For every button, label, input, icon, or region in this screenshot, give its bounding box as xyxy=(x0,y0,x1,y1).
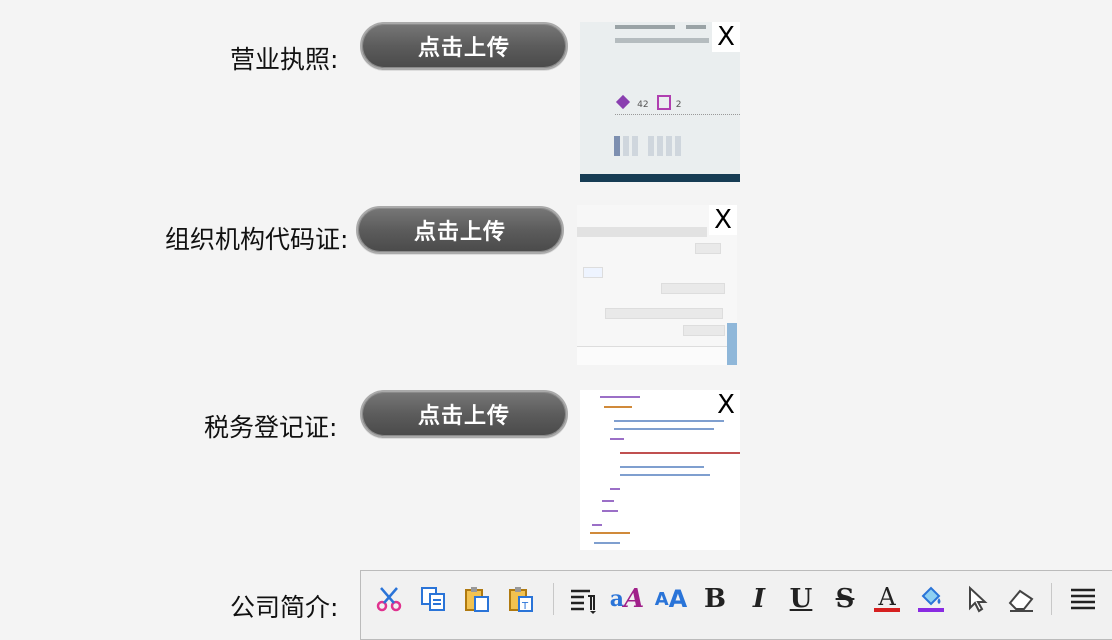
org-code-preview: X xyxy=(577,205,737,365)
cut-icon[interactable] xyxy=(371,581,407,617)
font-family-icon[interactable]: aA xyxy=(609,581,645,617)
business-license-preview: 42 2 X xyxy=(580,22,740,182)
bold-icon[interactable]: B xyxy=(697,581,733,617)
background-color-icon[interactable] xyxy=(913,581,949,617)
font-color-icon[interactable]: A xyxy=(869,581,905,617)
justify-icon[interactable] xyxy=(1065,581,1101,617)
select-all-icon[interactable] xyxy=(959,581,995,617)
org-code-upload-button[interactable]: 点击上传 xyxy=(356,206,564,254)
tax-registration-upload-button[interactable]: 点击上传 xyxy=(360,390,568,438)
underline-icon[interactable]: U xyxy=(783,581,819,617)
svg-text:T: T xyxy=(521,601,529,612)
org-code-label: 组织机构代码证: xyxy=(165,225,349,254)
remove-format-icon[interactable] xyxy=(1003,581,1039,617)
business-license-label: 营业执照: xyxy=(230,45,339,74)
copy-icon[interactable] xyxy=(415,581,451,617)
paragraph-format-icon[interactable] xyxy=(565,581,601,617)
org-code-remove-button[interactable]: X xyxy=(709,205,737,235)
diamond-icon xyxy=(615,94,631,110)
company-intro-label: 公司简介: xyxy=(230,593,339,622)
paste-text-icon[interactable]: T xyxy=(503,581,539,617)
thumb1-count-b: 2 xyxy=(675,100,682,110)
italic-icon[interactable]: I xyxy=(741,581,777,617)
thumb1-count-a: 42 xyxy=(637,100,649,110)
tax-registration-remove-button[interactable]: X xyxy=(712,390,740,420)
tax-registration-preview: X xyxy=(580,390,740,550)
font-size-icon[interactable]: AA xyxy=(653,581,689,617)
business-license-upload-button[interactable]: 点击上传 xyxy=(360,22,568,70)
paste-icon[interactable] xyxy=(459,581,495,617)
strikethrough-icon[interactable]: S xyxy=(827,581,863,617)
rich-text-editor-toolbar: T aA AA B I U S A xyxy=(360,570,1112,640)
business-license-remove-button[interactable]: X xyxy=(712,22,740,52)
edit-badge-icon xyxy=(656,95,671,110)
tax-registration-label: 税务登记证: xyxy=(204,413,338,442)
pager xyxy=(614,136,681,156)
